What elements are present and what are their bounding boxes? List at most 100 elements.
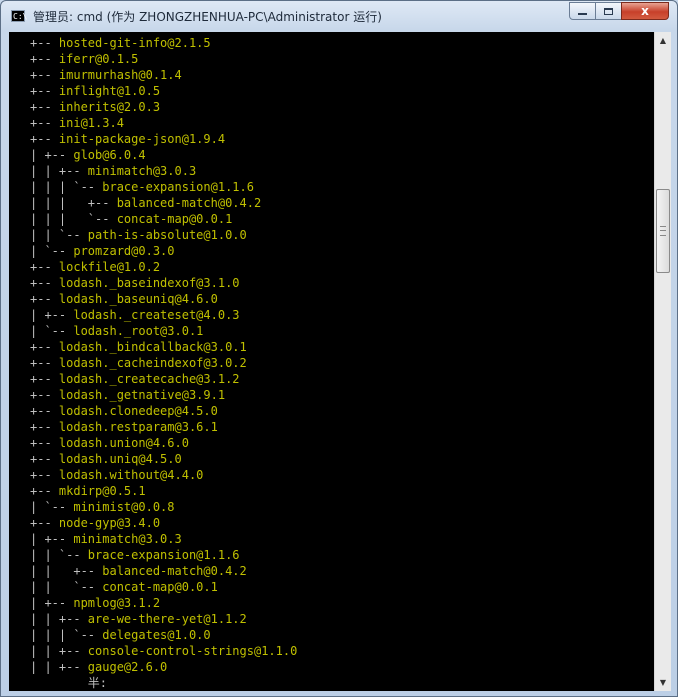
package-name: lodash._bindcallback@3.0.1 <box>58 340 247 354</box>
tree-prefix: +-- <box>30 404 59 418</box>
package-name: ini@1.3.4 <box>58 116 124 130</box>
tree-prefix: +-- <box>30 260 59 274</box>
console-line: | `-- lodash._root@3.0.1 <box>30 323 654 339</box>
package-name: brace-expansion@1.1.6 <box>102 180 254 194</box>
tree-prefix: | | +-- <box>30 644 88 658</box>
console-line: +-- ini@1.3.4 <box>30 115 654 131</box>
vertical-scrollbar[interactable]: ▲ ▼ <box>654 32 671 691</box>
console-line: +-- hosted-git-info@2.1.5 <box>30 35 654 51</box>
package-name: lodash._baseuniq@4.6.0 <box>58 292 218 306</box>
console-line: +-- lodash.without@4.4.0 <box>30 467 654 483</box>
console-line: +-- lodash.uniq@4.5.0 <box>30 451 654 467</box>
console-line: +-- lodash._cacheindexof@3.0.2 <box>30 355 654 371</box>
package-name: lodash.union@4.6.0 <box>58 436 189 450</box>
tree-prefix: | `-- <box>30 500 74 514</box>
package-name: lodash.without@4.4.0 <box>58 468 204 482</box>
package-name: inflight@1.0.5 <box>58 84 161 98</box>
tree-prefix: | | | `-- <box>30 212 117 226</box>
console-line: | | | `-- delegates@1.0.0 <box>30 627 654 643</box>
cmd-app-icon[interactable]: C:\ <box>11 10 27 22</box>
package-name: promzard@0.3.0 <box>73 244 175 258</box>
package-name: iferr@0.1.5 <box>58 52 139 66</box>
console-line: | +-- npmlog@3.1.2 <box>30 595 654 611</box>
scroll-up-button[interactable]: ▲ <box>655 32 671 49</box>
console-line: +-- lodash.union@4.6.0 <box>30 435 654 451</box>
tree-prefix: +-- <box>30 356 59 370</box>
package-name: inherits@2.0.3 <box>58 100 161 114</box>
console-line: | `-- promzard@0.3.0 <box>30 243 654 259</box>
ime-status-line: 半: <box>30 676 108 690</box>
console-line: +-- lodash._getnative@3.9.1 <box>30 387 654 403</box>
tree-prefix: | | | +-- <box>30 196 117 210</box>
package-name: console-control-strings@1.1.0 <box>87 644 298 658</box>
chevron-up-icon: ▲ <box>659 36 667 45</box>
console-line: | +-- lodash._createset@4.0.3 <box>30 307 654 323</box>
package-name: lodash.clonedeep@4.5.0 <box>58 404 218 418</box>
tree-prefix: +-- <box>30 84 59 98</box>
console-text: +-- hosted-git-info@2.1.5 +-- iferr@0.1.5… <box>9 32 654 691</box>
console-line: | `-- minimist@0.0.8 <box>30 499 654 515</box>
window-title: 管理员: cmd (作为 ZHONGZHENHUA-PC\Administrat… <box>33 10 382 24</box>
package-name: balanced-match@0.4.2 <box>102 564 247 578</box>
console-line: +-- iferr@0.1.5 <box>30 51 654 67</box>
tree-prefix: | +-- <box>30 308 74 322</box>
tree-prefix: | +-- <box>30 148 74 162</box>
package-name: gauge@2.6.0 <box>87 660 168 674</box>
maximize-icon <box>604 7 613 15</box>
tree-prefix: | | +-- <box>30 660 88 674</box>
tree-prefix: +-- <box>30 372 59 386</box>
package-name: lodash._root@3.0.1 <box>73 324 204 338</box>
minimize-button[interactable] <box>569 2 596 20</box>
tree-prefix: +-- <box>30 132 59 146</box>
package-name: lodash._getnative@3.9.1 <box>58 388 226 402</box>
tree-prefix: +-- <box>30 36 59 50</box>
tree-prefix: | | `-- <box>30 228 88 242</box>
tree-prefix: +-- <box>30 452 59 466</box>
tree-prefix: | `-- <box>30 324 74 338</box>
package-name: init-package-json@1.9.4 <box>58 132 226 146</box>
console-line: | +-- minimatch@3.0.3 <box>30 531 654 547</box>
console-line: +-- lodash.clonedeep@4.5.0 <box>30 403 654 419</box>
tree-prefix: | +-- <box>30 532 74 546</box>
console-line: +-- init-package-json@1.9.4 <box>30 131 654 147</box>
tree-prefix: +-- <box>30 116 59 130</box>
package-name: are-we-there-yet@1.1.2 <box>87 612 247 626</box>
console-line: +-- node-gyp@3.4.0 <box>30 515 654 531</box>
title-bar[interactable]: C:\ 管理员: cmd (作为 ZHONGZHENHUA-PC\Adminis… <box>1 1 677 31</box>
tree-prefix: +-- <box>30 516 59 530</box>
console-line: | | | +-- balanced-match@0.4.2 <box>30 195 654 211</box>
tree-prefix: +-- <box>30 484 59 498</box>
cmd-window: C:\ 管理员: cmd (作为 ZHONGZHENHUA-PC\Adminis… <box>0 0 678 697</box>
tree-prefix: +-- <box>30 68 59 82</box>
tree-prefix: +-- <box>30 340 59 354</box>
tree-prefix: | `-- <box>30 244 74 258</box>
tree-prefix: +-- <box>30 276 59 290</box>
tree-prefix: +-- <box>30 52 59 66</box>
close-icon: x <box>641 4 649 18</box>
console-line: +-- inherits@2.0.3 <box>30 99 654 115</box>
console-line: +-- inflight@1.0.5 <box>30 83 654 99</box>
console-line: +-- imurmurhash@0.1.4 <box>30 67 654 83</box>
maximize-button[interactable] <box>595 2 622 20</box>
scroll-down-button[interactable]: ▼ <box>655 674 671 691</box>
package-name: path-is-absolute@1.0.0 <box>87 228 247 242</box>
tree-prefix: | | | `-- <box>30 180 103 194</box>
package-name: lodash._createset@4.0.3 <box>73 308 240 322</box>
console-output[interactable]: +-- hosted-git-info@2.1.5 +-- iferr@0.1.5… <box>9 32 654 691</box>
package-name: brace-expansion@1.1.6 <box>87 548 240 562</box>
console-line: | | +-- minimatch@3.0.3 <box>30 163 654 179</box>
package-name: npmlog@3.1.2 <box>73 596 161 610</box>
tree-prefix: | | `-- <box>30 548 88 562</box>
console-line: | | | `-- concat-map@0.0.1 <box>30 211 654 227</box>
console-line: +-- lodash.restparam@3.6.1 <box>30 419 654 435</box>
console-line: +-- lodash._baseuniq@4.6.0 <box>30 291 654 307</box>
package-name: lodash._cacheindexof@3.0.2 <box>58 356 247 370</box>
console-line: | | +-- are-we-there-yet@1.1.2 <box>30 611 654 627</box>
tree-prefix: +-- <box>30 436 59 450</box>
close-button[interactable]: x <box>621 2 669 20</box>
console-line: +-- mkdirp@0.5.1 <box>30 483 654 499</box>
package-name: lodash._baseindexof@3.1.0 <box>58 276 240 290</box>
package-name: concat-map@0.0.1 <box>116 212 233 226</box>
scrollbar-thumb[interactable] <box>656 189 670 273</box>
grip-icon <box>660 226 666 236</box>
